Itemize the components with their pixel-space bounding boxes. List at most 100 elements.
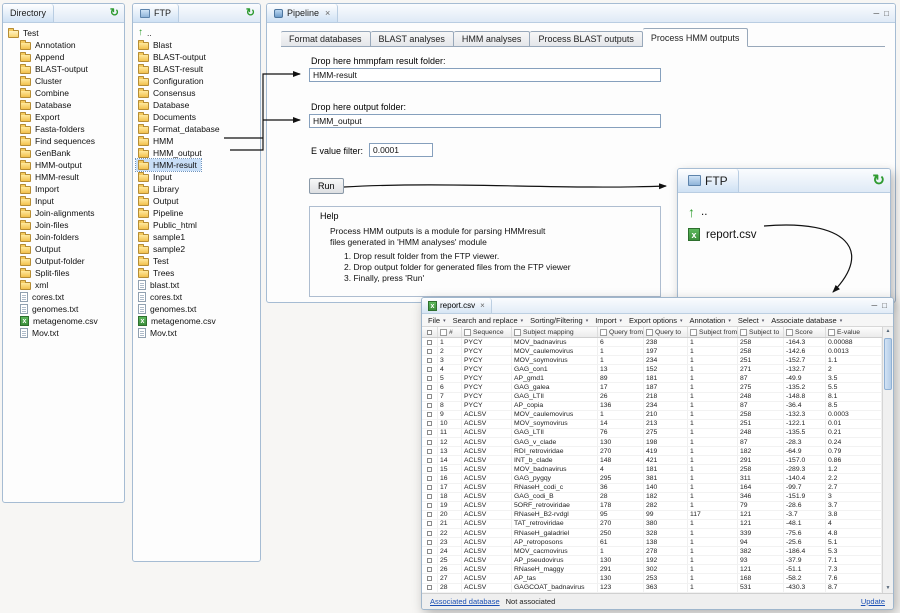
maximize-icon[interactable]: □ [884, 9, 889, 18]
menu-item[interactable]: Import [595, 316, 622, 325]
close-icon[interactable]: × [325, 8, 330, 18]
row-checkbox[interactable] [427, 540, 432, 545]
list-item[interactable]: BLAST-result [136, 63, 207, 75]
table-row[interactable]: 19 ACLSV 5ORF_retroviridae 178 282 1 79 … [422, 502, 882, 511]
row-checkbox[interactable] [427, 494, 432, 499]
directory-tab[interactable]: Directory [3, 4, 54, 22]
list-item[interactable]: cores.txt [136, 291, 186, 303]
row-checkbox[interactable] [427, 476, 432, 481]
row-checkbox[interactable] [427, 512, 432, 517]
update-link[interactable]: Update [861, 597, 885, 606]
evalue-input[interactable] [369, 143, 433, 157]
menu-item[interactable]: Annotation [689, 316, 730, 325]
list-item[interactable]: Pipeline [136, 207, 187, 219]
table-row[interactable]: 18 ACLSV GAG_codi_B 28 182 1 346 -151.9 … [422, 493, 882, 502]
subtab[interactable]: BLAST analyses [371, 31, 454, 47]
row-checkbox[interactable] [427, 385, 432, 390]
list-item[interactable]: genomes.txt [136, 303, 200, 315]
row-checkbox[interactable] [427, 549, 432, 554]
row-checkbox[interactable] [427, 440, 432, 445]
row-checkbox[interactable] [427, 403, 432, 408]
list-item[interactable]: Consensus [136, 87, 200, 99]
minimize-icon[interactable]: ─ [871, 301, 877, 310]
table-row[interactable]: 12 ACLSV GAG_v_clade 130 198 1 87 -28.3 … [422, 438, 882, 447]
table-row[interactable]: 1 PYCY MOV_badnavirus 6 238 1 258 -164.3… [422, 338, 882, 347]
row-checkbox[interactable] [427, 458, 432, 463]
output-folder-input[interactable] [309, 114, 661, 128]
tree-item[interactable]: Join-files [18, 219, 73, 231]
list-item[interactable]: HMM_output [136, 147, 206, 159]
list-item[interactable]: sample2 [136, 243, 189, 255]
tree-item[interactable]: Split-files [18, 267, 73, 279]
table-row[interactable]: 13 ACLSV RDI_retroviridae 270 419 1 182 … [422, 447, 882, 456]
refresh-icon[interactable]: ↻ [110, 8, 119, 19]
row-checkbox[interactable] [427, 521, 432, 526]
tree-item[interactable]: xml [18, 279, 52, 291]
row-checkbox[interactable] [427, 558, 432, 563]
subtab[interactable]: Format databases [281, 31, 371, 47]
table-row[interactable]: 17 ACLSV RNaseH_codi_c 36 140 1 164 -99.… [422, 484, 882, 493]
result-folder-input[interactable] [309, 68, 661, 82]
row-checkbox[interactable] [427, 503, 432, 508]
list-item[interactable]: HMM [136, 135, 177, 147]
floating-ftp-tab[interactable]: FTP [678, 169, 739, 192]
menu-item[interactable]: Sorting/Filtering [530, 316, 588, 325]
table-row[interactable]: 20 ACLSV RNaseH_B2-rvdgl 95 99 117 121 -… [422, 511, 882, 520]
row-checkbox[interactable] [427, 531, 432, 536]
table-row[interactable]: 7 PYCY GAG_LTIl 26 218 1 248 -148.8 8.1 [422, 393, 882, 402]
tree-item[interactable]: Fasta-folders [18, 123, 89, 135]
row-checkbox[interactable] [427, 421, 432, 426]
row-checkbox[interactable] [427, 430, 432, 435]
list-item[interactable]: Mov.txt [136, 327, 181, 339]
tree-item[interactable]: genomes.txt [18, 303, 82, 315]
tree-item[interactable]: HMM-result [18, 171, 83, 183]
table-row[interactable]: 5 PYCY AP_gmd1 89 181 1 87 -49.9 3.5 [422, 374, 882, 383]
menu-item[interactable]: File [428, 316, 446, 325]
row-checkbox[interactable] [427, 340, 432, 345]
row-checkbox[interactable] [427, 358, 432, 363]
tree-item[interactable]: metagenome.csv [18, 315, 102, 327]
tree-item[interactable]: HMM-output [18, 159, 86, 171]
tree-item[interactable]: Export [18, 111, 64, 123]
table-row[interactable]: 28 ACLSV GAGCOAT_badnavirus 123 363 1 53… [422, 584, 882, 593]
tree-item[interactable]: Output-folder [18, 255, 89, 267]
header-cell[interactable]: Subject to [738, 327, 784, 337]
list-item[interactable]: BLAST-output [136, 51, 210, 63]
tree-item[interactable]: Append [18, 51, 68, 63]
run-button[interactable]: Run [309, 178, 344, 194]
header-cell[interactable]: Subject mapping [512, 327, 598, 337]
close-icon[interactable]: × [480, 301, 485, 310]
tree-item[interactable]: Combine [18, 87, 73, 99]
table-row[interactable]: 21 ACLSV TAT_retroviridae 270 380 1 121 … [422, 520, 882, 529]
tree-item[interactable]: BLAST-output [18, 63, 92, 75]
table-row[interactable]: 10 ACLSV MOV_soymovirus 14 213 1 251 -12… [422, 420, 882, 429]
minimize-icon[interactable]: ─ [873, 9, 879, 18]
list-item[interactable]: Blast [136, 39, 176, 51]
row-checkbox[interactable] [427, 394, 432, 399]
table-row[interactable]: 6 PYCY GAG_galea 17 187 1 275 -135.2 5.5 [422, 383, 882, 392]
report-tab[interactable]: report.csv × [422, 298, 492, 313]
subtab[interactable]: HMM analyses [454, 31, 531, 47]
ftp-up-item[interactable]: ↑ .. [136, 27, 156, 39]
vertical-scrollbar[interactable]: ▲ ▼ [882, 327, 893, 593]
row-checkbox[interactable] [427, 467, 432, 472]
list-item[interactable]: metagenome.csv [136, 315, 220, 327]
maximize-icon[interactable]: □ [882, 301, 887, 310]
menu-item[interactable]: Associate database [771, 316, 842, 325]
table-row[interactable]: 3 PYCY MOV_soymovirus 1 234 1 251 -152.7… [422, 356, 882, 365]
tree-item[interactable]: Mov.txt [18, 327, 63, 339]
tree-item[interactable]: Output [18, 243, 65, 255]
list-item[interactable]: report.csv [686, 223, 761, 246]
list-item[interactable]: Output [136, 195, 183, 207]
scroll-thumb[interactable] [884, 338, 892, 390]
row-checkbox[interactable] [427, 449, 432, 454]
menu-item[interactable]: Search and replace [453, 316, 524, 325]
row-checkbox[interactable] [427, 485, 432, 490]
tree-root-test[interactable]: Test [6, 27, 43, 39]
tree-item[interactable]: Input [18, 195, 58, 207]
ftp-up-item[interactable]: ↑ .. [686, 200, 711, 223]
refresh-icon[interactable]: ↻ [246, 8, 255, 19]
header-cell[interactable]: Score [784, 327, 826, 337]
select-all-checkbox[interactable] [427, 330, 432, 335]
tree-item[interactable]: Find sequences [18, 135, 99, 147]
